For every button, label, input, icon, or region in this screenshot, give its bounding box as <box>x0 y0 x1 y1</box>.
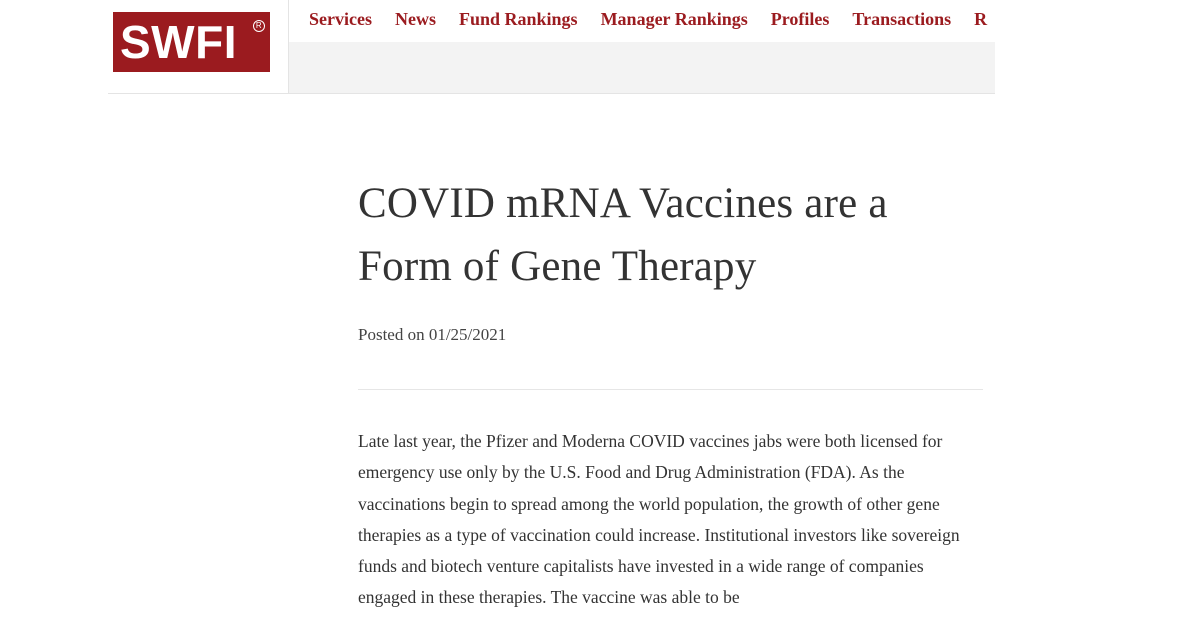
main-nav: Services News Fund Rankings Manager Rank… <box>289 0 995 40</box>
nav-item-truncated[interactable]: R <box>974 0 987 38</box>
logo-text: SWFI <box>120 16 237 68</box>
nav-item-news[interactable]: News <box>395 0 436 38</box>
sub-navigation-bar <box>289 42 995 93</box>
site-header: SWFI R Services News Fund Rankings Manag… <box>108 0 995 94</box>
registered-mark-icon: R <box>253 20 265 32</box>
divider <box>358 389 983 390</box>
nav-item-fund-rankings[interactable]: Fund Rankings <box>459 0 578 38</box>
article: COVID mRNA Vaccines are a Form of Gene T… <box>358 172 983 621</box>
logo-cell: SWFI R <box>108 0 289 93</box>
nav-item-profiles[interactable]: Profiles <box>771 0 830 38</box>
posted-date: Posted on 01/25/2021 <box>358 325 507 344</box>
nav-item-services[interactable]: Services <box>309 0 372 38</box>
nav-item-transactions[interactable]: Transactions <box>852 0 951 38</box>
nav-item-manager-rankings[interactable]: Manager Rankings <box>601 0 748 38</box>
article-title: COVID mRNA Vaccines are a Form of Gene T… <box>358 180 888 290</box>
article-body: Late last year, the Pfizer and Moderna C… <box>358 431 960 608</box>
swfi-logo[interactable]: SWFI R <box>113 12 270 72</box>
